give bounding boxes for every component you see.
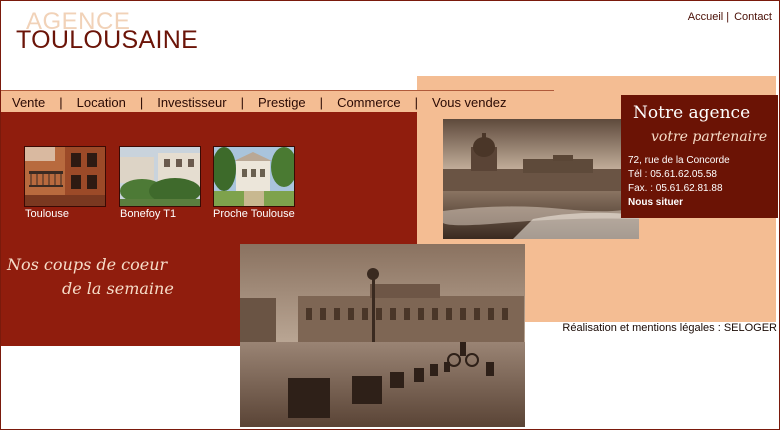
nav-separator: | — [414, 95, 419, 110]
property-thumb-toulouse[interactable] — [24, 146, 106, 207]
river-dome-photo — [443, 119, 639, 239]
balcony-building-photo — [25, 147, 105, 206]
agency-fax: Fax. : 05.61.62.81.88 — [628, 183, 723, 194]
nav-separator: | — [240, 95, 244, 110]
logo-toulousaine-text[interactable]: TOULOUSAINE — [16, 26, 198, 55]
credits-footer[interactable]: Réalisation et mentions légales : SELOGE… — [562, 322, 777, 334]
capitole-square-photo — [240, 244, 525, 427]
house-garden-photo — [120, 147, 200, 206]
property-label-bonefoy[interactable]: Bonefoy T1 — [120, 208, 176, 220]
agency-address: 72, rue de la Concorde — [628, 155, 730, 166]
contact-link[interactable]: Contact — [734, 11, 772, 23]
nav-separator: | — [139, 95, 144, 110]
promo-line-1: Nos coups de coeur — [7, 255, 168, 274]
nous-situer-link[interactable]: Nous situer — [628, 197, 683, 208]
promo-line-2: de la semaine — [62, 279, 174, 298]
villa-trees-photo — [214, 147, 294, 206]
property-thumb-bonefoy[interactable] — [119, 146, 201, 207]
nav-item-vente[interactable]: Vente — [12, 95, 45, 110]
nav-item-vous-vendez[interactable]: Vous vendez — [432, 95, 506, 110]
nav-item-commerce[interactable]: Commerce — [337, 95, 401, 110]
agency-info-box: Notre agence votre partenaire 72, rue de… — [621, 95, 778, 218]
property-label-toulouse[interactable]: Toulouse — [25, 208, 69, 220]
nav-separator: | — [59, 95, 63, 110]
top-links-separator: | — [726, 11, 730, 23]
main-nav: Vente | Location | Investisseur | Presti… — [12, 95, 506, 110]
agency-phone: Tél : 05.61.62.05.58 — [628, 169, 717, 180]
top-links: Accueil | Contact — [688, 11, 772, 23]
property-thumb-proche-toulouse[interactable] — [213, 146, 295, 207]
agency-title: Notre agence — [633, 103, 751, 123]
accueil-link[interactable]: Accueil — [688, 11, 723, 23]
property-label-proche-toulouse[interactable]: Proche Toulouse — [213, 208, 295, 220]
agency-subtitle: votre partenaire — [651, 129, 768, 145]
nav-item-investisseur[interactable]: Investisseur — [157, 95, 226, 110]
nav-separator: | — [319, 95, 324, 110]
nav-item-location[interactable]: Location — [77, 95, 126, 110]
nav-item-prestige[interactable]: Prestige — [258, 95, 306, 110]
